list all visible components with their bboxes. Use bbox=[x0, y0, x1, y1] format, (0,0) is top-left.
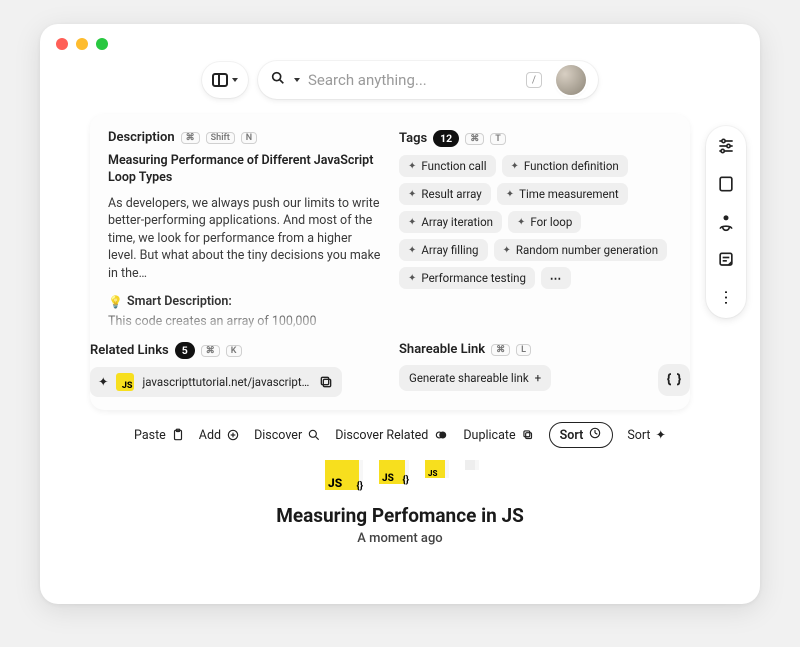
tag-chip[interactable]: Function call bbox=[399, 155, 496, 177]
minimize-window-button[interactable] bbox=[76, 38, 88, 50]
discover-action[interactable]: Discover bbox=[254, 422, 321, 448]
description-title: Measuring Performance of Different JavaS… bbox=[108, 153, 381, 187]
code-brackets-button[interactable] bbox=[658, 364, 690, 396]
panel-icon[interactable] bbox=[716, 174, 736, 194]
lightbulb-icon: 💡 bbox=[108, 295, 123, 309]
detail-card: Description ⌘ Shift N Measuring Performa… bbox=[90, 114, 690, 410]
description-label: Description bbox=[108, 130, 175, 145]
related-link-text: javascripttutorial.net/javascript-arr bbox=[142, 375, 310, 389]
thumbnail-row: JS{} JS{} JS bbox=[40, 460, 760, 490]
layout-toggle-button[interactable] bbox=[202, 62, 248, 98]
tag-chip[interactable]: Performance testing bbox=[399, 267, 535, 289]
more-icon[interactable]: ⋯ bbox=[716, 288, 736, 308]
tag-chip[interactable]: Time measurement bbox=[497, 183, 628, 205]
panel-layout-icon bbox=[212, 73, 228, 87]
filters-icon[interactable] bbox=[716, 136, 736, 156]
sparkle-icon bbox=[408, 273, 416, 284]
maximize-window-button[interactable] bbox=[96, 38, 108, 50]
sparkle-icon bbox=[511, 161, 519, 172]
related-link-item[interactable]: JS javascripttutorial.net/javascript-arr bbox=[90, 367, 342, 397]
tag-chip[interactable]: For loop bbox=[508, 211, 581, 233]
window-controls bbox=[56, 38, 108, 50]
tag-chip[interactable]: Function definition bbox=[502, 155, 628, 177]
duplicate-icon bbox=[521, 428, 535, 442]
related-links-label: Related Links bbox=[90, 343, 169, 358]
shareable-link-label: Shareable Link bbox=[399, 342, 485, 357]
related-links-count-badge: 5 bbox=[175, 342, 195, 359]
note-icon[interactable] bbox=[716, 250, 736, 270]
sparkle-icon bbox=[506, 189, 514, 200]
tags-label: Tags bbox=[399, 131, 427, 146]
sparkle-icon bbox=[517, 217, 525, 228]
top-bar: Search anything... / bbox=[40, 58, 760, 102]
sort-recent-button[interactable]: Sort bbox=[549, 422, 614, 448]
chevron-down-icon bbox=[294, 78, 300, 82]
shareable-link-section: Shareable Link ⌘ L Generate shareable li… bbox=[399, 342, 690, 397]
js-thumbnail[interactable]: JS{} bbox=[379, 460, 405, 484]
tag-chip[interactable]: Random number generation bbox=[494, 239, 668, 261]
tags-count-badge: 12 bbox=[433, 130, 459, 147]
paste-action[interactable]: Paste bbox=[134, 422, 185, 448]
sparkle-icon bbox=[408, 161, 416, 172]
sparkle-icon bbox=[503, 245, 511, 256]
right-sidebar: ⋯ bbox=[706, 126, 746, 318]
item-timestamp: A moment ago bbox=[40, 531, 760, 546]
kbd-cmd: ⌘ bbox=[181, 132, 200, 144]
search-placeholder: Search anything... bbox=[308, 71, 518, 89]
search-shortcut-key: / bbox=[526, 72, 542, 88]
brackets-icon: {} bbox=[356, 481, 363, 492]
sparkle-icon bbox=[98, 374, 108, 390]
tags-more-button[interactable]: ⋯ bbox=[541, 267, 571, 289]
sparkle-icon bbox=[656, 427, 666, 443]
sort-smart-button[interactable]: Sort bbox=[627, 422, 666, 448]
related-links-section: Related Links 5 ⌘ K JS javascripttutoria… bbox=[90, 342, 381, 397]
kbd-cmd: ⌘ bbox=[465, 133, 484, 145]
kbd-n: N bbox=[241, 132, 257, 144]
js-thumbnail[interactable] bbox=[465, 460, 475, 470]
kbd-cmd: ⌘ bbox=[201, 345, 220, 357]
smart-description-label: Smart Description: bbox=[127, 294, 232, 309]
item-title: Measuring Perfomance in JS bbox=[40, 504, 760, 527]
search-bar[interactable]: Search anything... / bbox=[258, 61, 598, 99]
sparkle-icon bbox=[408, 217, 416, 228]
user-link-icon[interactable] bbox=[716, 212, 736, 232]
js-thumbnail[interactable]: JS bbox=[425, 460, 445, 478]
action-bar: Paste Add Discover Discover Related Dupl… bbox=[40, 422, 760, 448]
plus-icon: + bbox=[535, 371, 542, 385]
js-thumbnail[interactable]: JS{} bbox=[325, 460, 359, 490]
discover-related-action[interactable]: Discover Related bbox=[335, 422, 449, 448]
smart-description-body: This code creates an array of 100,000 bbox=[108, 313, 381, 331]
kbd-k: K bbox=[226, 345, 242, 357]
app-window: Search anything... / ⋯ Description ⌘ Shi… bbox=[40, 24, 760, 604]
brackets-icon: {} bbox=[402, 475, 409, 486]
overlap-icon bbox=[433, 428, 449, 442]
avatar[interactable] bbox=[556, 65, 586, 95]
clock-icon bbox=[588, 426, 602, 444]
add-action[interactable]: Add bbox=[199, 422, 240, 448]
duplicate-action[interactable]: Duplicate bbox=[463, 422, 534, 448]
js-badge-icon: JS bbox=[116, 373, 134, 391]
kbd-shift: Shift bbox=[206, 132, 235, 144]
search-icon bbox=[270, 70, 286, 90]
tag-chip[interactable]: Array filling bbox=[399, 239, 488, 261]
kbd-l: L bbox=[516, 344, 531, 356]
tag-chip[interactable]: Array iteration bbox=[399, 211, 502, 233]
search-icon bbox=[307, 428, 321, 442]
description-body: As developers, we always push our limits… bbox=[108, 195, 381, 283]
kbd-cmd: ⌘ bbox=[491, 344, 510, 356]
tag-chip[interactable]: Result array bbox=[399, 183, 491, 205]
plus-circle-icon bbox=[226, 428, 240, 442]
clipboard-icon bbox=[171, 428, 185, 442]
close-window-button[interactable] bbox=[56, 38, 68, 50]
kbd-t: T bbox=[490, 133, 506, 145]
tags-list: Function call Function definition Result… bbox=[399, 155, 672, 289]
copy-icon[interactable] bbox=[318, 374, 334, 390]
sparkle-icon bbox=[408, 189, 416, 200]
chevron-down-icon bbox=[232, 78, 238, 82]
sparkle-icon bbox=[408, 245, 416, 256]
generate-shareable-link-button[interactable]: Generate shareable link + bbox=[399, 365, 551, 391]
item-title-area: Measuring Perfomance in JS A moment ago bbox=[40, 504, 760, 546]
